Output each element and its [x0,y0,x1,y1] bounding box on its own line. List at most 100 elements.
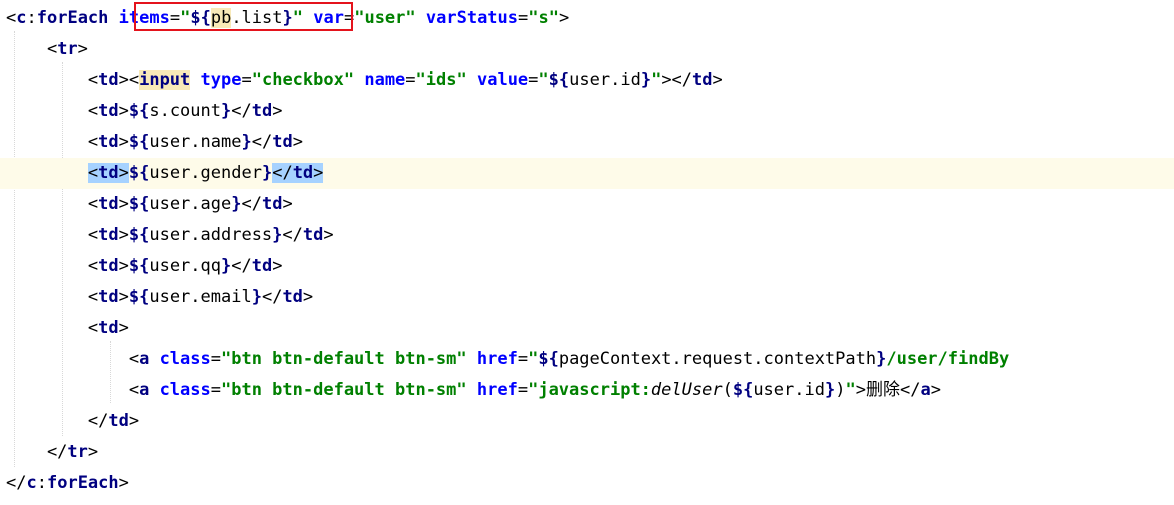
token: td [302,225,324,245]
token: > [118,101,129,121]
token: td [98,163,119,183]
token: c [16,8,27,28]
token: td [282,287,303,307]
code-line-td-count[interactable]: <td>${s.count}</td> [0,96,283,127]
code-line-tr-close[interactable]: </tr> [0,437,98,468]
token: > [118,132,129,152]
code-line-td-email[interactable]: <td>${user.email}</td> [0,282,313,313]
token: td [98,318,119,338]
token: td [251,101,273,121]
token: < [87,163,99,183]
token: c [26,473,37,493]
token: >删除</ [855,380,921,400]
token: < [6,8,17,28]
token: td [98,225,119,245]
token: ></ [661,70,693,90]
token: tr [57,39,78,59]
code-line-a-delete[interactable]: <a class="btn btn-default btn-sm" href="… [0,375,941,406]
token: > [118,318,129,338]
token: user.id [753,380,825,400]
token: > [292,132,303,152]
token: ( [722,380,733,400]
token: "user" [354,8,416,28]
token: td [98,287,119,307]
token: " [538,70,549,90]
token: "btn btn-default btn-sm" [221,349,467,369]
token: < [6,194,99,214]
code-line-td-name[interactable]: <td>${user.name}</td> [0,127,303,158]
token: > [712,70,723,90]
token: class [159,349,211,369]
code-line-td-checkbox[interactable]: <td><input type="checkbox" name="ids" va… [0,65,723,96]
token: = [210,380,221,400]
token: a [139,349,150,369]
code-line-foreach-close[interactable]: </c:forEach> [0,468,129,499]
token: < [6,70,99,90]
token: ${ [548,70,570,90]
code-line-td-qq[interactable]: <td>${user.qq}</td> [0,251,283,282]
token: tr [67,442,88,462]
token: ${ [128,163,150,183]
code-line-td-gender[interactable]: <td>${user.gender}</td> [0,158,1174,189]
token: < [6,349,140,369]
code-line-td-open[interactable]: <td> [0,313,129,344]
token: </ [6,411,109,431]
token: td [98,132,119,152]
token: > [272,101,283,121]
token: = [517,380,529,400]
token: class [159,380,211,400]
token: ${ [732,380,754,400]
token: user.name [149,132,242,152]
token: } [261,163,273,183]
token: " [651,70,662,90]
token: : [26,8,37,28]
token: " [845,380,856,400]
token: td [692,70,713,90]
token: "checkbox" [251,70,355,90]
token: td [108,411,129,431]
token: = [210,349,221,369]
token: > [128,411,140,431]
token: "btn btn-default btn-sm" [221,380,467,400]
token: > [87,442,99,462]
code-line-tr-open[interactable]: <tr> [0,34,88,65]
token: td [261,194,283,214]
code-editor[interactable]: <c:forEach items="${pb.list}" var="user"… [0,0,1174,505]
token: } [876,349,887,369]
token: "s" [528,8,559,28]
token: td [292,163,314,183]
token: </ [6,442,68,462]
token: td [98,194,119,214]
token: } [231,194,242,214]
token: = [528,70,539,90]
token: td [98,101,119,121]
token: " [528,349,539,369]
token: > [118,473,129,493]
token: } [221,101,232,121]
token: user.qq [149,256,221,276]
token: td [98,256,119,276]
token: s.count [149,101,221,121]
token: > [302,287,314,307]
token: a [139,380,150,400]
token: : [36,473,47,493]
code-line-td-age[interactable]: <td>${user.age}</td> [0,189,293,220]
code-line-a-edit[interactable]: <a class="btn btn-default btn-sm" href="… [0,344,1009,375]
code-line-td-address[interactable]: <td>${user.address}</td> [0,220,334,251]
token: < [6,132,99,152]
token: td [98,70,119,90]
token: a [920,380,931,400]
code-line-td-close[interactable]: </td> [0,406,139,437]
token: < [6,256,99,276]
token: > [118,256,129,276]
token: } [640,70,652,90]
token: "javascript: [528,380,651,400]
token: < [6,287,99,307]
token: value [476,70,529,90]
